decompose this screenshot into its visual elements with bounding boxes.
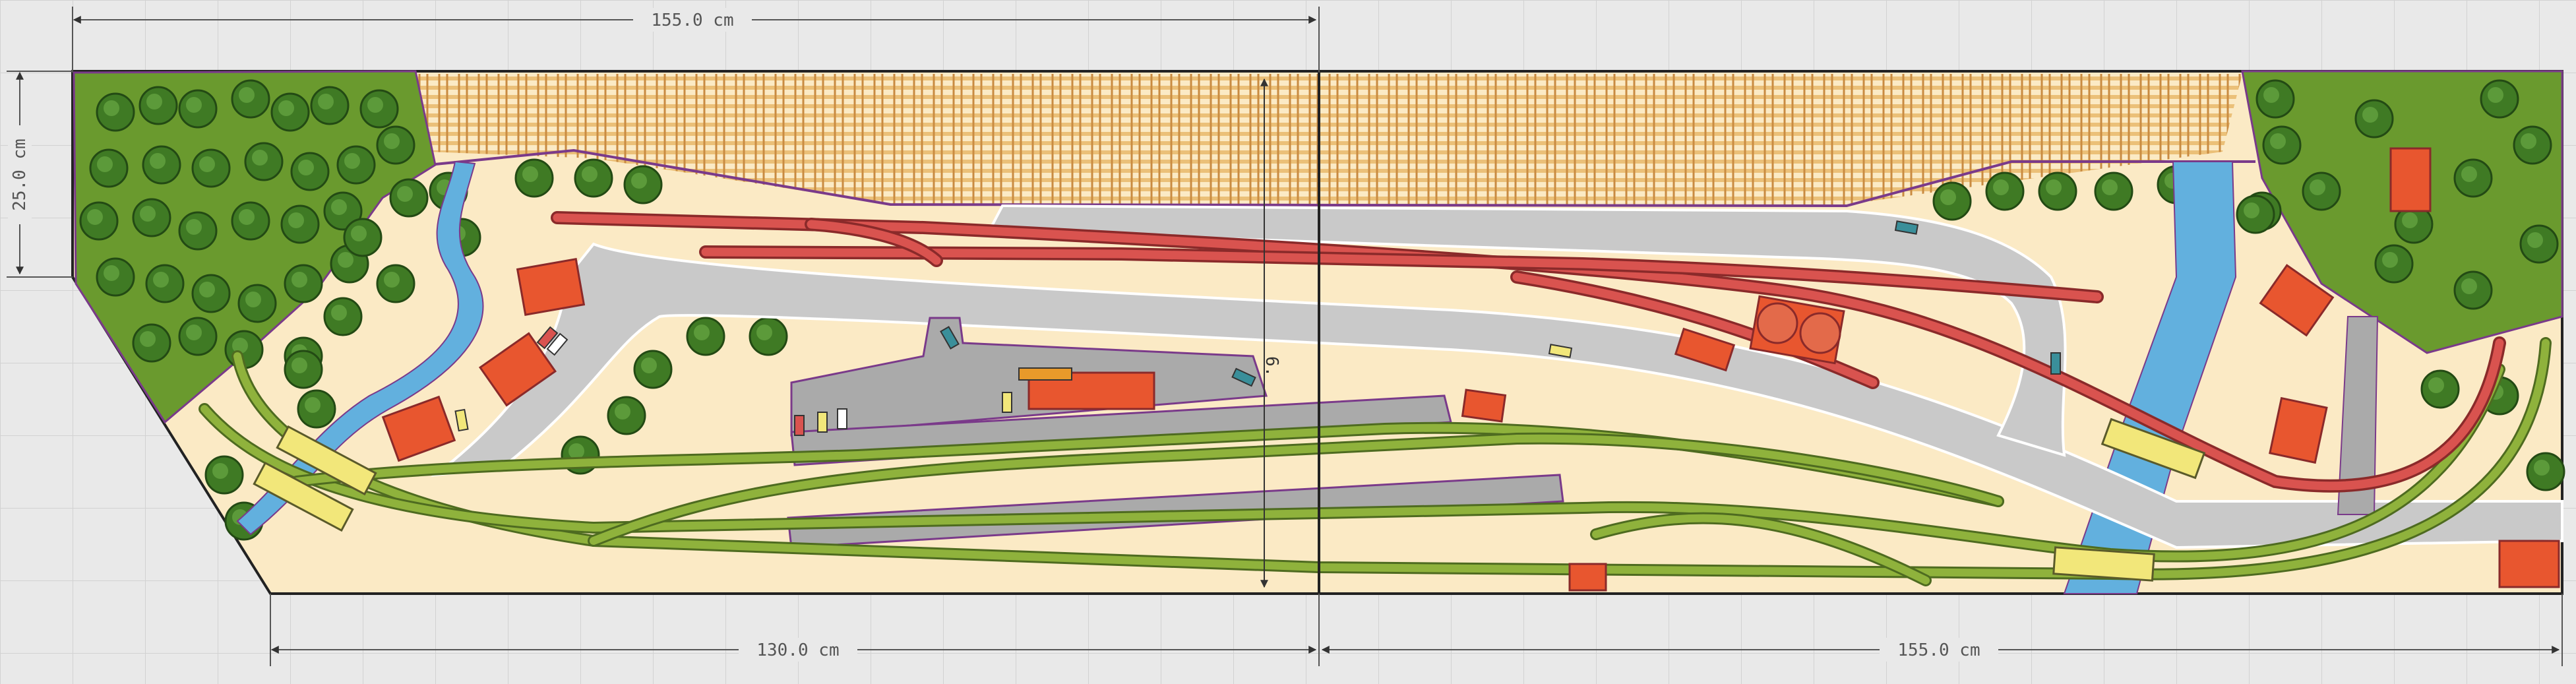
tree-highlight [146,94,162,109]
tree-highlight [367,97,383,113]
tree-highlight [2270,133,2286,149]
tree-highlight [2402,212,2418,228]
car-12 [2050,352,2061,375]
house-5 [1568,563,1607,592]
tree-highlight [351,226,367,241]
tree-highlight [186,219,202,235]
tree-highlight [2102,179,2118,195]
tree-highlight [641,358,657,373]
tree-highlight [338,252,353,268]
dimension-bottom-left-label: 130.0 cm [756,640,839,660]
tree-highlight [582,166,598,182]
tree-highlight [2263,87,2279,103]
tree-highlight [331,305,347,321]
tree-highlight [186,97,202,113]
tree-highlight [2527,232,2543,248]
tree-highlight [291,272,307,288]
truck [1018,367,1072,381]
tree-highlight [694,325,710,340]
house-4 [1461,389,1507,423]
tree-highlight [140,331,156,347]
tree-highlight [97,156,113,172]
dimension-bottom-right-label: 155.0 cm [1897,640,1980,660]
house-1 [516,257,586,317]
tree-highlight [756,325,772,340]
tree-highlight [2461,166,2477,182]
center-marker: 6. [1262,356,1281,377]
tree-highlight [245,292,261,307]
tree-highlight [291,358,307,373]
tree-highlight [305,397,321,413]
tree-highlight [2362,107,2378,123]
tree-highlight [87,209,103,225]
tree-highlight [2382,252,2398,268]
tree-highlight [2046,179,2062,195]
tree-highlight [150,153,166,169]
tree-highlight [2521,133,2536,149]
tree-highlight [140,206,156,222]
tree-highlight [522,166,538,182]
tree-highlight [1993,179,2009,195]
tree-highlight [199,282,215,297]
tree-highlight [186,325,202,340]
tree-highlight [199,156,215,172]
tree-highlight [2534,460,2550,476]
tree-highlight [344,153,360,169]
tree-highlight [153,272,169,288]
tree-highlight [288,212,304,228]
car-6 [817,412,828,433]
tree-highlight [104,100,119,116]
tree-highlight [278,100,294,116]
tree-highlight [2461,278,2477,294]
tree-highlight [615,404,630,420]
dimension-left-label: 25.0 cm [10,139,30,211]
house-forest [2389,147,2432,212]
tree-highlight [239,209,255,225]
tree-highlight [397,186,413,202]
tree-highlight [239,87,255,103]
layout-diagram: 6. 155.0 cm 25.0 cm 130.0 cm 155.0 cm [0,0,2576,684]
tree-highlight [1940,189,1956,205]
tree-highlight [384,272,400,288]
dimension-top-label: 155.0 cm [651,11,733,30]
car-5 [794,415,805,436]
house-8 [2498,540,2560,588]
tree-highlight [2488,87,2503,103]
car-7 [837,408,847,429]
tree-highlight [568,443,584,459]
tank-1 [1756,302,1798,344]
tree-highlight [104,265,119,281]
tree-highlight [2428,377,2444,393]
car-8 [1002,392,1012,413]
tree-highlight [318,94,334,109]
tree-highlight [252,150,268,166]
bridge-right-lower [2052,546,2155,582]
tree-highlight [298,160,314,175]
tree-highlight [212,463,228,479]
tree-highlight [2244,202,2259,218]
tree-highlight [384,133,400,149]
tree-highlight [2310,179,2325,195]
tree-highlight [331,199,347,215]
tree-highlight [631,173,647,189]
tank-2 [1799,312,1841,354]
